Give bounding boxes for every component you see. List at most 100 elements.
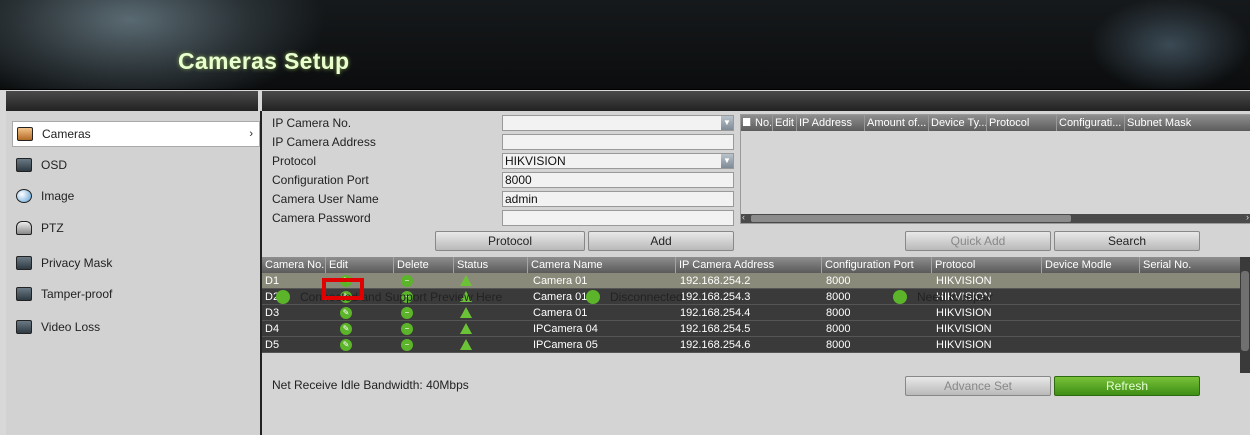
sidebar-item-label: Video Loss	[41, 320, 101, 334]
protocol-cell: HIKVISION	[936, 323, 992, 335]
protocol-select[interactable]: HIKVISION ▼	[502, 153, 734, 169]
advance-set-button[interactable]: Advance Set	[905, 376, 1051, 396]
col-header: Device Modle	[1042, 257, 1140, 273]
configuration-port-input[interactable]: 8000	[502, 172, 734, 188]
quick-add-button[interactable]: Quick Add	[905, 231, 1051, 251]
col-header: Configuration Port	[822, 257, 932, 273]
col-header: Protocol	[932, 257, 1042, 273]
col-header: Edit	[773, 115, 797, 131]
ip-address: 192.168.254.4	[680, 307, 751, 319]
main-panel: IP Camera No. ▼ IP Camera Address Protoc…	[260, 111, 1250, 435]
search-results-panel: No. Edit IP Address Amount of... Device …	[740, 114, 1250, 224]
protocol-cell: HIKVISION	[936, 275, 992, 287]
edit-icon[interactable]: ✎	[340, 323, 352, 335]
video-loss-icon	[16, 320, 32, 334]
status-disconnected-icon	[460, 307, 472, 318]
config-port: 8000	[826, 291, 851, 303]
delete-icon[interactable]: −	[401, 323, 413, 335]
config-port: 8000	[826, 339, 851, 351]
image-icon	[16, 189, 32, 203]
table-row[interactable]: D3 ✎ − Camera 01 192.168.254.4 8000 HIKV…	[262, 305, 1250, 321]
camera-table: Camera No. Edit Delete Status Camera Nam…	[262, 257, 1250, 373]
camera-table-scrollbar[interactable]	[1240, 257, 1250, 373]
search-results-scrollbar[interactable]: ‹ ›	[741, 212, 1250, 223]
select-all-checkbox[interactable]: No.	[741, 115, 773, 131]
camera-table-header: Camera No. Edit Delete Status Camera Nam…	[262, 257, 1250, 273]
sidebar-item-cameras[interactable]: Cameras ›	[12, 121, 260, 147]
status-disconnected-icon	[460, 275, 472, 286]
dropdown-arrow-icon: ▼	[721, 116, 733, 130]
sidebar-item-image[interactable]: Image	[12, 183, 260, 209]
camera-no: D5	[265, 339, 280, 351]
config-port: 8000	[826, 275, 851, 287]
delete-icon[interactable]: −	[401, 339, 413, 351]
table-row[interactable]: D5 ✎ − IPCamera 05 192.168.254.6 8000 HI…	[262, 337, 1250, 353]
search-button[interactable]: Search	[1054, 231, 1200, 251]
sidebar-item-ptz[interactable]: PTZ	[12, 215, 260, 241]
protocol-button[interactable]: Protocol	[435, 231, 585, 251]
ptz-icon	[16, 221, 32, 235]
header-banner: Cameras Setup	[0, 0, 1250, 90]
camera-password-input[interactable]	[502, 210, 734, 226]
main-topbar	[262, 91, 1250, 111]
play-icon	[276, 290, 290, 304]
legend-connected: Connected and Support Preview Here	[276, 290, 502, 304]
add-button[interactable]: Add	[588, 231, 734, 251]
delete-icon[interactable]: −	[401, 275, 413, 287]
legend-disconnected: Disconnected	[586, 290, 683, 304]
sidebar-item-video-loss[interactable]: Video Loss	[12, 314, 260, 340]
col-header: Edit	[326, 257, 394, 273]
legend-repair: Need to repair	[893, 290, 993, 304]
table-row[interactable]: D4 ✎ − IPCamera 04 192.168.254.5 8000 HI…	[262, 321, 1250, 337]
camera-no: D4	[265, 323, 280, 335]
edit-icon[interactable]: ✎	[340, 339, 352, 351]
highlight-edit-box	[322, 278, 364, 300]
sidebar-item-osd[interactable]: OSD	[12, 152, 260, 178]
table-row[interactable]: D1 ✎ − Camera 01 192.168.254.2 8000 HIKV…	[262, 273, 1250, 289]
scroll-right-icon[interactable]: ›	[1246, 212, 1249, 222]
delete-icon[interactable]: −	[401, 307, 413, 319]
scroll-thumb[interactable]	[751, 215, 1071, 222]
edit-icon[interactable]: ✎	[340, 307, 352, 319]
ip-camera-no-select[interactable]: ▼	[502, 115, 734, 131]
scroll-thumb[interactable]	[1241, 271, 1249, 351]
protocol-label: Protocol	[272, 154, 317, 168]
ip-address: 192.168.254.2	[680, 275, 751, 287]
refresh-button[interactable]: Refresh	[1054, 376, 1200, 396]
camera-no: D1	[265, 275, 280, 287]
col-header: Configurati...	[1057, 115, 1125, 131]
sidebar-item-label: Image	[41, 189, 75, 203]
camera-user-name-input[interactable]: admin	[502, 191, 734, 207]
sidebar: Cameras › OSD Image PTZ Privacy Mask Tam…	[6, 111, 260, 435]
col-header: Subnet Mask	[1127, 117, 1192, 129]
sidebar-item-tamper-proof[interactable]: Tamper-proof	[12, 281, 260, 307]
col-header: IP Address	[797, 115, 865, 131]
camera-password-label: Camera Password	[272, 211, 371, 225]
col-header: Camera Name	[528, 257, 676, 273]
ip-address: 192.168.254.5	[680, 323, 751, 335]
protocol-cell: HIKVISION	[936, 339, 992, 351]
ip-camera-address-input[interactable]	[502, 134, 734, 150]
ip-address: 192.168.254.3	[680, 291, 751, 303]
protocol-value: HIKVISION	[505, 154, 566, 168]
configuration-port-label: Configuration Port	[272, 173, 369, 187]
camera-name: IPCamera 04	[533, 323, 598, 335]
camera-name: IPCamera 05	[533, 339, 598, 351]
ip-address: 192.168.254.6	[680, 339, 751, 351]
col-header: Protocol	[987, 115, 1057, 131]
ip-camera-no-label: IP Camera No.	[272, 116, 352, 130]
camera-name: Camera 01	[533, 307, 588, 319]
sidebar-item-label: Tamper-proof	[41, 287, 113, 301]
scroll-left-icon[interactable]: ‹	[742, 212, 745, 222]
sidebar-item-privacy-mask[interactable]: Privacy Mask	[12, 250, 260, 276]
col-header: Camera No.	[262, 257, 326, 273]
osd-icon	[16, 158, 32, 172]
protocol-cell: HIKVISION	[936, 307, 992, 319]
status-disconnected-icon	[460, 339, 472, 350]
camera-name: Camera 01	[533, 291, 588, 303]
question-icon	[893, 290, 907, 304]
privacy-mask-icon	[16, 256, 32, 270]
col-header: Serial No.	[1143, 259, 1192, 271]
ip-camera-address-label: IP Camera Address	[272, 135, 376, 149]
sidebar-item-label: OSD	[41, 158, 68, 172]
